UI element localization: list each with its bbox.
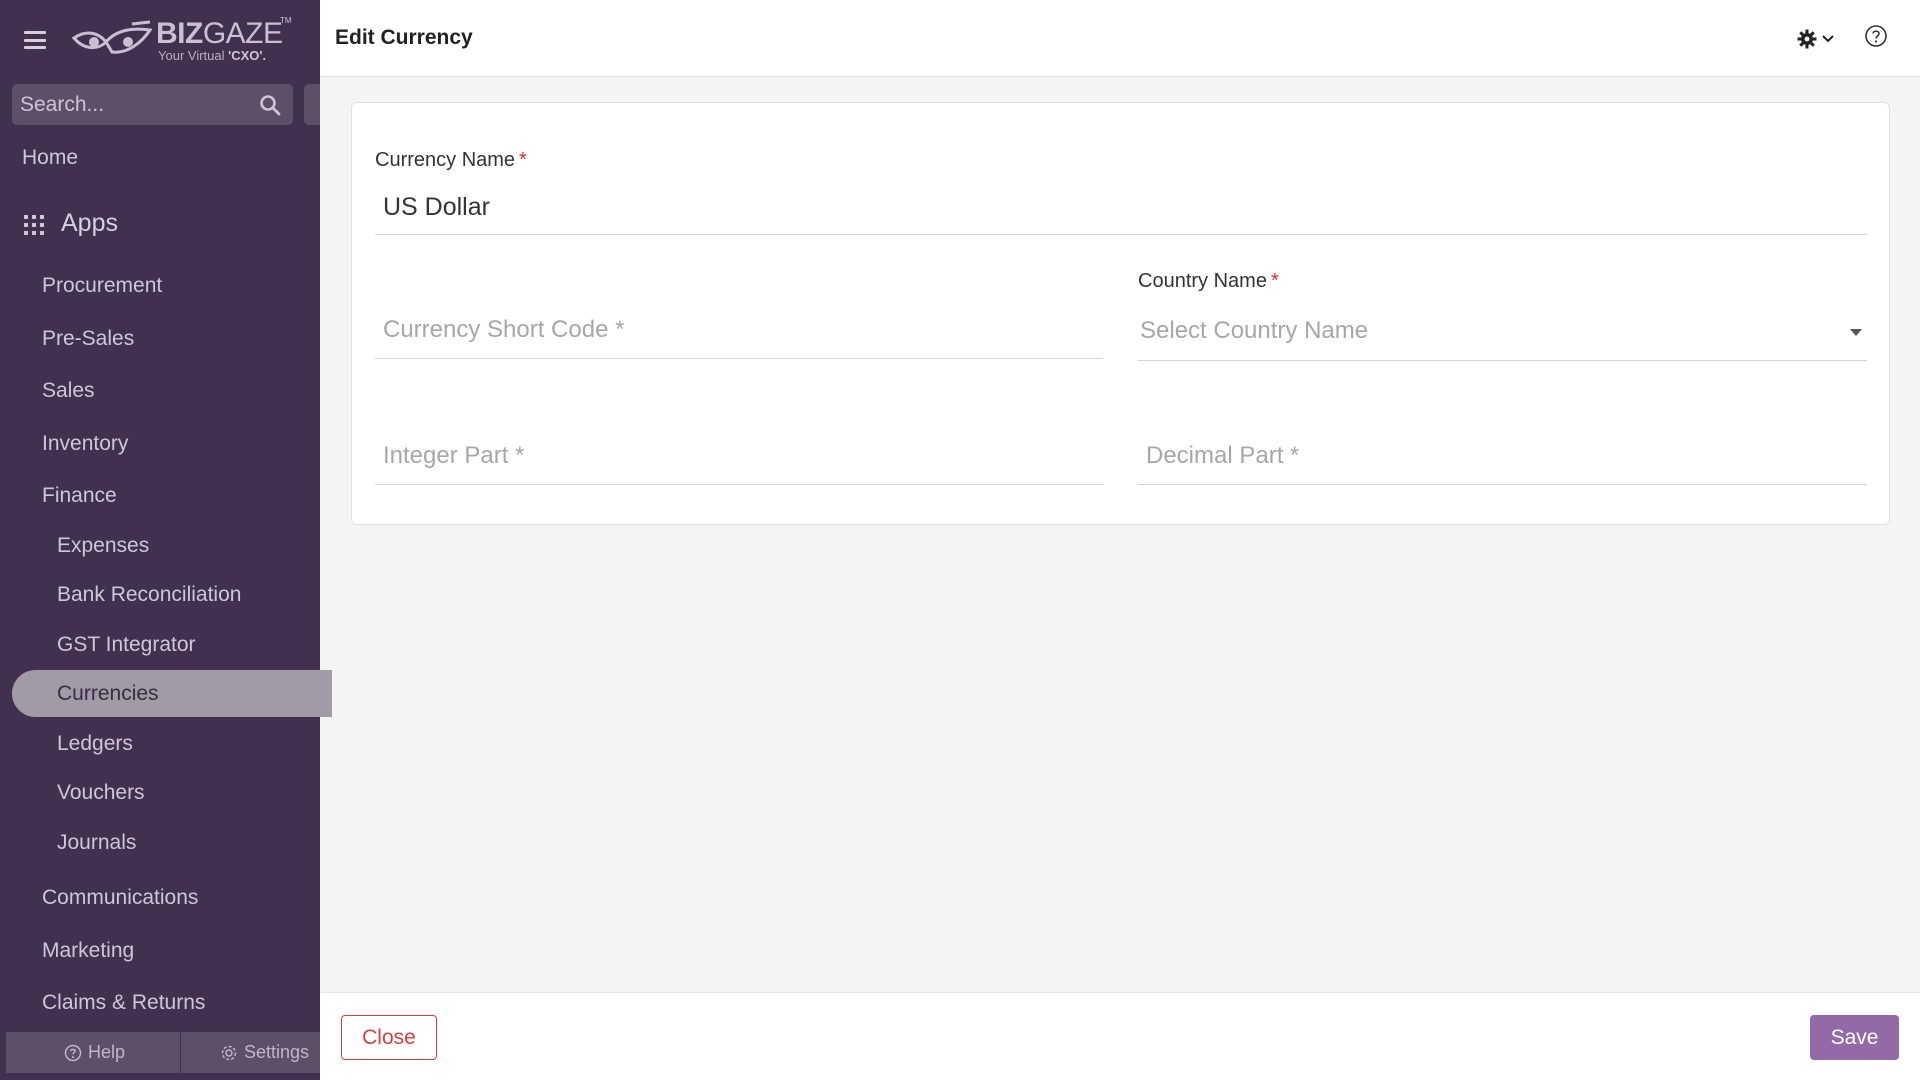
page-title: Edit Currency (335, 26, 473, 49)
help-icon[interactable] (1863, 24, 1889, 50)
currency-short-code-underline (375, 358, 1103, 359)
save-button[interactable]: Save (1810, 1015, 1899, 1060)
gear-icon (1797, 29, 1817, 49)
sidebar-item-sales[interactable]: Sales (0, 379, 320, 403)
currency-name-input[interactable]: US Dollar (383, 193, 490, 222)
integer-part-underline (375, 484, 1103, 485)
brand-tagline: Your Virtual 'CXO'. (158, 48, 266, 63)
form-action-bar: Close Save (320, 992, 1920, 1080)
decimal-part-underline (1138, 484, 1867, 485)
sidebar-item-procurement[interactable]: Procurement (0, 274, 320, 298)
settings-dropdown-button[interactable] (1797, 26, 1843, 52)
sidebar-item-apps[interactable]: Apps (61, 209, 118, 238)
sidebar-item-vouchers[interactable]: Vouchers (0, 781, 320, 805)
sidebar-item-home[interactable]: Home (0, 146, 320, 170)
search-side-button[interactable] (304, 84, 320, 125)
dropdown-caret-icon[interactable] (1850, 329, 1862, 336)
sidebar-item-communications[interactable]: Communications (0, 886, 320, 910)
hamburger-menu-icon[interactable] (24, 31, 46, 49)
country-name-underline (1138, 360, 1867, 361)
brand-name-light: GAZE (202, 17, 283, 50)
sidebar-item-claims-returns[interactable]: Claims & Returns (0, 991, 320, 1015)
edit-currency-form: Currency Name * US Dollar Currency Short … (351, 102, 1890, 525)
sidebar-footer: Help Settings (6, 1032, 320, 1073)
footer-divider (180, 1032, 181, 1073)
sidebar-item-finance[interactable]: Finance (0, 484, 320, 508)
brand-tagline-prefix: Your Virtual (158, 48, 229, 63)
sidebar-item-gst-integrator[interactable]: GST Integrator (0, 633, 320, 657)
required-mark: * (1270, 270, 1279, 292)
page-header: Edit Currency (320, 0, 1920, 77)
sidebar-item-ledgers[interactable]: Ledgers (0, 732, 320, 756)
brand-name-bold: BIZ (156, 17, 203, 50)
sidebar-item-pre-sales[interactable]: Pre-Sales (0, 327, 320, 351)
sidebar: BIZGAZE TM Your Virtual 'CXO'. Home Apps… (0, 0, 332, 1080)
brand-trademark: TM (280, 16, 292, 25)
sidebar-search (12, 84, 293, 125)
brand-tagline-bold: 'CXO'. (228, 48, 267, 63)
sidebar-item-expenses[interactable]: Expenses (0, 534, 320, 558)
settings-footer-button[interactable]: Settings (220, 1032, 309, 1073)
country-name-label-text: Country Name (1138, 270, 1267, 292)
settings-gear-icon (221, 1045, 237, 1060)
decimal-part-input[interactable]: Decimal Part * (1146, 442, 1299, 470)
integer-part-input[interactable]: Integer Part * (383, 442, 524, 470)
sidebar-item-marketing[interactable]: Marketing (0, 939, 320, 963)
search-icon[interactable] (259, 94, 281, 116)
country-name-label: Country Name * (1138, 270, 1279, 293)
sidebar-item-bank-reconciliation[interactable]: Bank Reconciliation (0, 583, 320, 607)
help-circle-icon (64, 1044, 82, 1061)
help-footer-button[interactable]: Help (64, 1032, 125, 1073)
country-name-select[interactable]: Select Country Name (1140, 317, 1368, 345)
close-button[interactable]: Close (341, 1015, 437, 1060)
currency-name-label-text: Currency Name (375, 149, 516, 171)
sidebar-item-inventory[interactable]: Inventory (0, 432, 320, 456)
help-footer-label: Help (88, 1042, 126, 1062)
bizgaze-logo-icon (72, 20, 152, 54)
required-mark: * (519, 149, 527, 171)
search-input[interactable] (20, 84, 260, 125)
currency-name-underline (375, 234, 1867, 235)
currency-name-label: Currency Name * (375, 149, 527, 172)
sidebar-item-journals[interactable]: Journals (0, 831, 320, 855)
settings-footer-label: Settings (244, 1042, 310, 1062)
sidebar-item-currencies[interactable]: Currencies (0, 682, 320, 706)
chevron-down-icon (1822, 35, 1834, 43)
apps-grid-icon (24, 215, 44, 235)
currency-short-code-input[interactable]: Currency Short Code * (383, 316, 624, 344)
brand-header: BIZGAZE TM Your Virtual 'CXO'. (0, 0, 320, 80)
brand-name: BIZGAZE (156, 17, 283, 51)
